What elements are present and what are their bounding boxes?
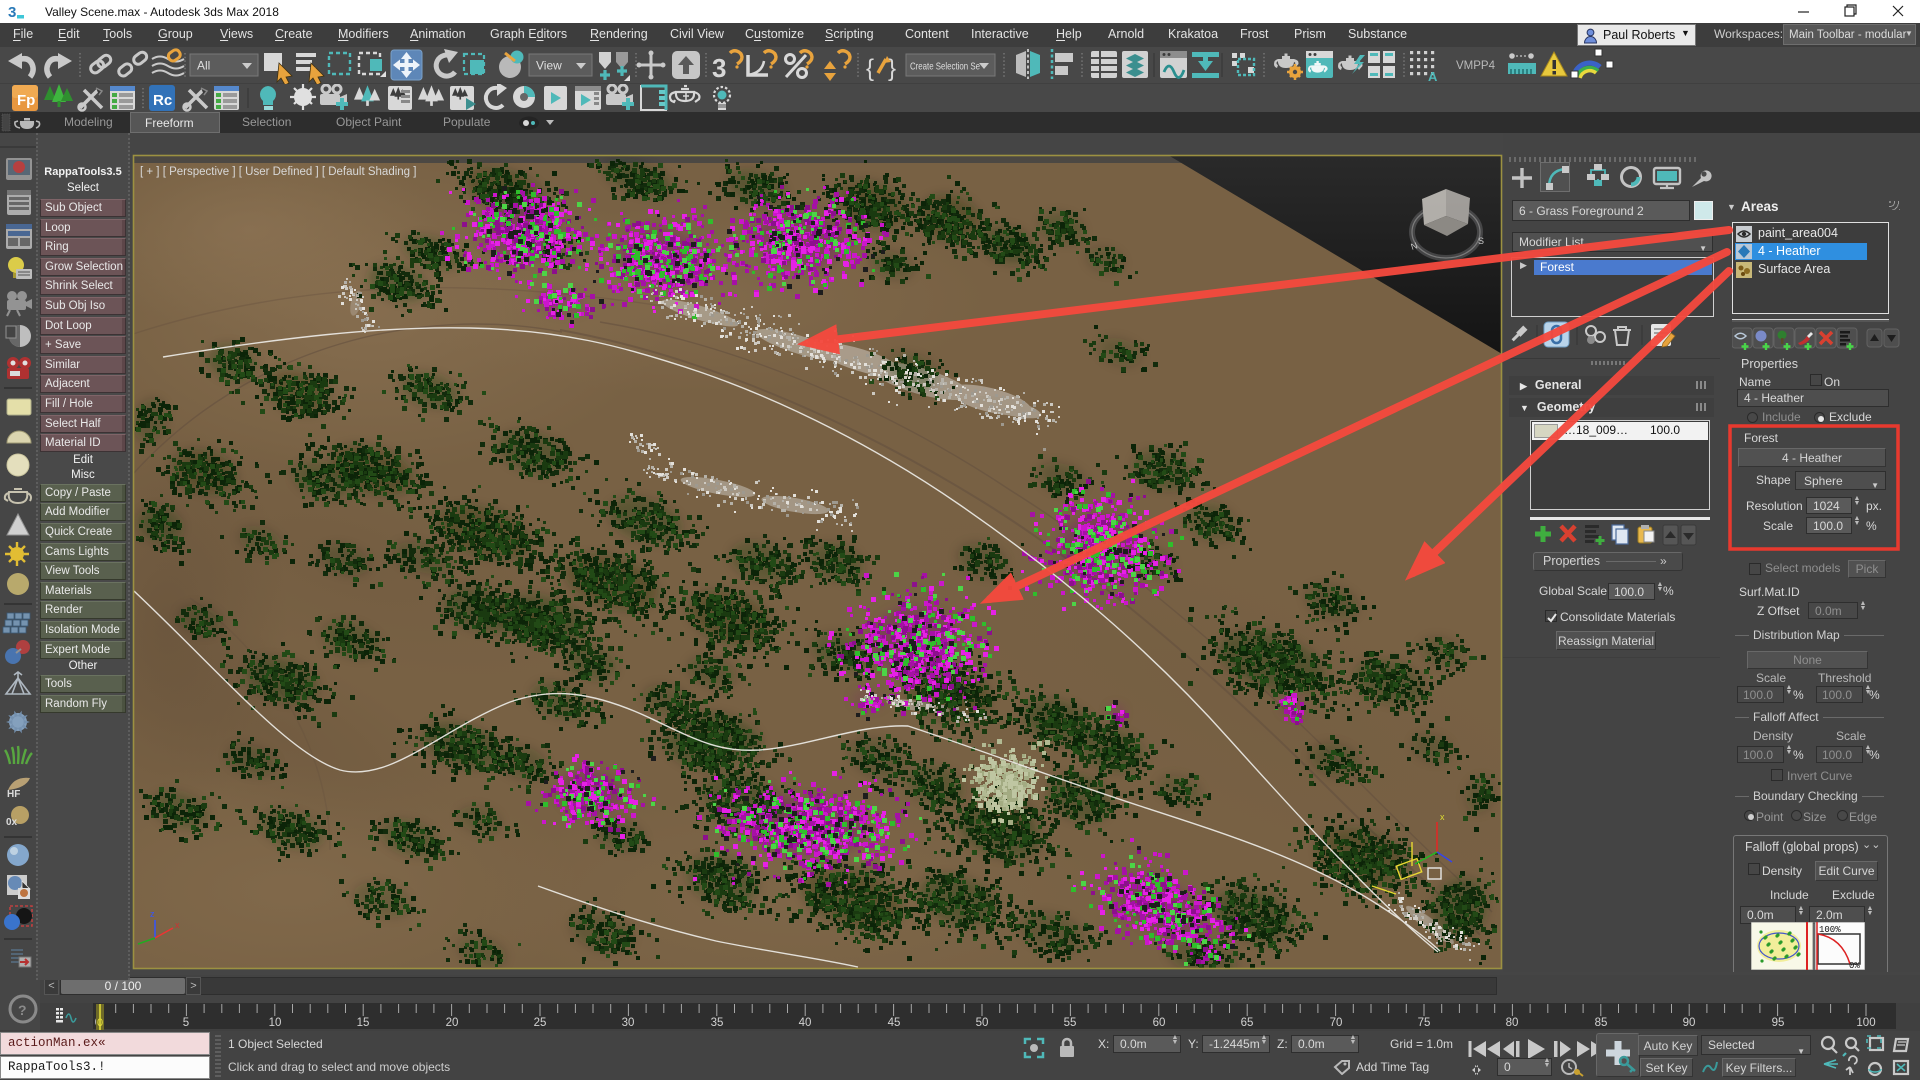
svg-text:15: 15 (357, 1017, 370, 1029)
svg-text:80: 80 (1506, 1017, 1519, 1029)
svg-text:20: 20 (446, 1017, 459, 1029)
svg-text:x: x (1440, 812, 1445, 822)
svg-text:HF: HF (7, 789, 20, 800)
svg-text:35: 35 (711, 1017, 724, 1029)
svg-text:0: 0 (97, 1017, 103, 1029)
svg-text:5: 5 (183, 1017, 189, 1029)
svg-text:90: 90 (1683, 1017, 1696, 1029)
svg-text:0%: 0% (1849, 961, 1860, 970)
svg-text:70: 70 (1330, 1017, 1343, 1029)
svg-text:95: 95 (1772, 1017, 1785, 1029)
svg-text:?: ? (18, 1002, 27, 1018)
svg-text:45: 45 (888, 1017, 901, 1029)
svg-text:60: 60 (1153, 1017, 1166, 1029)
svg-text:25: 25 (534, 1017, 547, 1029)
svg-text:85: 85 (1595, 1017, 1608, 1029)
svg-text:z: z (150, 909, 155, 919)
svg-text:40: 40 (799, 1017, 812, 1029)
svg-text:65: 65 (1241, 1017, 1254, 1029)
svg-text:30: 30 (622, 1017, 635, 1029)
svg-text:100: 100 (1856, 1017, 1875, 1029)
svg-text:S: S (1478, 236, 1484, 246)
svg-text:10: 10 (269, 1017, 282, 1029)
svg-text:[ + ] [ Perspective ] [ User D: [ + ] [ Perspective ] [ User Defined ] [… (140, 166, 416, 178)
svg-text:55: 55 (1064, 1017, 1077, 1029)
svg-text:75: 75 (1418, 1017, 1431, 1029)
svg-text:0x: 0x (6, 817, 18, 828)
svg-text:50: 50 (976, 1017, 989, 1029)
svg-text:x: x (175, 920, 180, 930)
